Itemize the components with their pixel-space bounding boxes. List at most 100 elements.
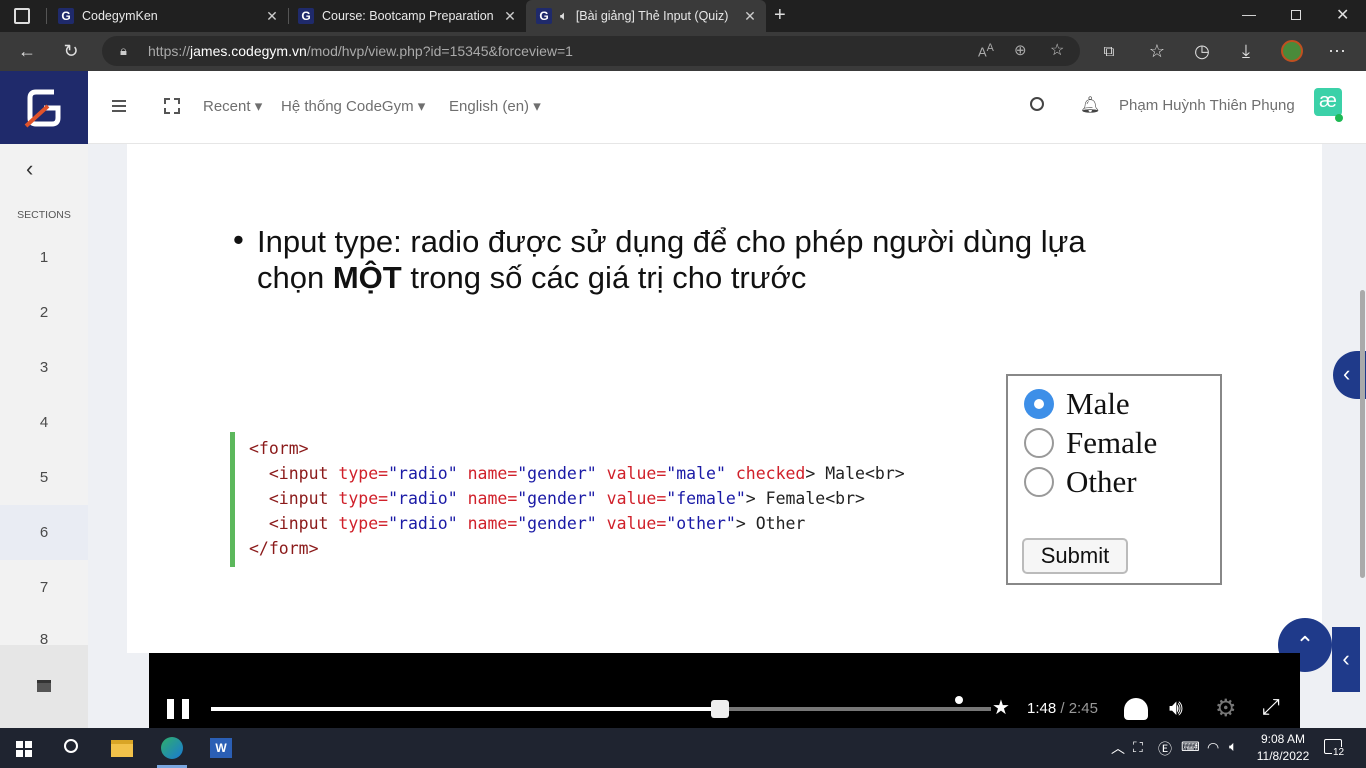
codegym-logo[interactable] xyxy=(0,71,88,144)
section-item[interactable]: 8 xyxy=(0,615,88,645)
submit-button[interactable]: Submit xyxy=(1022,538,1128,574)
favorites-icon[interactable]: ☆ xyxy=(1142,36,1172,66)
lecture-slide: • Input type: radio được sử dụng để cho … xyxy=(127,144,1322,653)
clock-time[interactable]: 9:08 AM xyxy=(1250,732,1316,746)
ime-tray-icon[interactable]: ⌨ xyxy=(1181,739,1200,755)
search-icon[interactable] xyxy=(1030,97,1044,111)
archive-icon[interactable] xyxy=(37,680,51,692)
seek-bar[interactable] xyxy=(211,707,991,711)
video-player: ★ 1:48 / 2:45 🔊︎ ⚙ ⤢ xyxy=(149,653,1300,728)
slide-bullet: • Input type: radio được sử dụng để cho … xyxy=(233,222,1233,296)
block-drawer-toggle[interactable]: ‹ xyxy=(1332,627,1360,692)
online-status-dot xyxy=(1335,114,1343,122)
user-name[interactable]: Phạm Huỳnh Thiên Phụng xyxy=(1119,97,1295,114)
back-icon[interactable]: ← xyxy=(12,36,42,66)
minimize-icon[interactable]: — xyxy=(1242,6,1256,22)
interaction-marker-dot[interactable] xyxy=(955,696,963,704)
restore-icon[interactable] xyxy=(1291,10,1301,20)
tab-course[interactable]: G Course: Bootcamp Preparation 2 ✕ xyxy=(288,0,526,32)
codegym-favicon-icon: G xyxy=(58,8,74,24)
fullscreen-expand-icon[interactable]: ⤢ xyxy=(1262,694,1280,720)
profile-avatar[interactable] xyxy=(1281,40,1303,62)
language-menu[interactable]: English (en) ▾ xyxy=(449,97,541,115)
zoom-icon[interactable]: ⊕ xyxy=(1014,41,1027,59)
site-header: Recent ▾ Hệ thống CodeGym ▾ English (en)… xyxy=(88,71,1366,144)
radio-option-male[interactable]: Male xyxy=(1024,386,1130,422)
seek-handle[interactable] xyxy=(710,700,729,718)
seek-bar-played xyxy=(211,707,720,711)
sidebar-footer xyxy=(0,645,88,728)
close-tab-icon[interactable]: ✕ xyxy=(264,8,280,24)
network-tray-icon[interactable]: ⛶ xyxy=(1133,739,1143,756)
browser-tab-bar: G CodegymKen ✕ G Course: Bootcamp Prepar… xyxy=(0,0,1366,32)
address-toolbar: ← ↻ 🔒︎ https://james.codegym.vn/mod/hvp/… xyxy=(0,32,1366,71)
settings-gear-icon[interactable]: ⚙ xyxy=(1215,694,1237,723)
section-item[interactable]: 1 xyxy=(0,230,88,285)
bullet-line-1: Input type: radio được sử dụng để cho ph… xyxy=(257,224,1086,259)
section-item[interactable]: 2 xyxy=(0,285,88,340)
user-avatar[interactable]: æ xyxy=(1314,88,1342,116)
more-icon[interactable]: ⋯ xyxy=(1322,36,1352,66)
edge-browser-icon[interactable] xyxy=(161,737,183,759)
menu-icon[interactable] xyxy=(112,100,126,112)
tab-lecture[interactable]: G 🔈︎ [Bài giảng] Thẻ Input (Quiz) ✕ xyxy=(526,0,766,32)
section-item[interactable]: 4 xyxy=(0,395,88,450)
code-line: <form> xyxy=(249,439,309,458)
read-aloud-icon[interactable]: AA xyxy=(978,42,994,59)
scrollbar[interactable] xyxy=(1360,290,1365,578)
notification-count-badge: 12 xyxy=(1332,747,1346,758)
sections-sidebar: ‹ SECTIONS 1 2 3 4 5 6 7 8 xyxy=(0,144,88,728)
code-line: <input type="radio" name="gender" value=… xyxy=(268,464,905,483)
section-item[interactable]: 5 xyxy=(0,450,88,505)
refresh-icon[interactable]: ↻ xyxy=(56,36,86,66)
favorite-add-icon[interactable]: ☆ xyxy=(1050,40,1064,60)
word-icon[interactable]: W xyxy=(210,738,232,758)
new-tab-icon[interactable]: + xyxy=(774,4,786,27)
speaker-icon[interactable]: 🔈︎ xyxy=(560,8,568,24)
bookmark-star-icon[interactable]: ★ xyxy=(992,695,1010,720)
radio-unchecked-icon[interactable] xyxy=(1024,467,1054,497)
time-display: 1:48 / 2:45 xyxy=(1027,700,1098,717)
file-explorer-icon[interactable] xyxy=(111,740,133,757)
taskbar-search-icon[interactable] xyxy=(64,739,78,753)
code-line: <input type="radio" name="gender" value=… xyxy=(268,489,865,508)
clock-date[interactable]: 11/8/2022 xyxy=(1250,749,1316,763)
code-line: <input type="radio" name="gender" value=… xyxy=(268,514,806,533)
codegym-favicon-icon: G xyxy=(536,8,552,24)
close-tab-icon[interactable]: ✕ xyxy=(742,8,758,24)
fullscreen-icon[interactable] xyxy=(164,98,180,114)
tab-codegymken[interactable]: G CodegymKen ✕ xyxy=(48,0,288,32)
pause-icon[interactable] xyxy=(167,699,189,719)
history-icon[interactable]: ◷ xyxy=(1187,36,1217,66)
extensions-icon[interactable]: ⧉ xyxy=(1094,36,1124,66)
radio-checked-icon[interactable] xyxy=(1024,389,1054,419)
playback-speed-icon[interactable] xyxy=(1124,698,1148,720)
volume-icon[interactable]: 🔊︎ xyxy=(1169,695,1183,721)
radio-unchecked-icon[interactable] xyxy=(1024,428,1054,458)
keyboard-tray-icon[interactable]: Ⓔ xyxy=(1158,739,1172,759)
codegym-favicon-icon: G xyxy=(298,8,314,24)
speaker-tray-icon[interactable]: 🔈︎ xyxy=(1229,738,1237,755)
section-item[interactable]: 7 xyxy=(0,560,88,615)
wifi-tray-icon[interactable]: ◠ xyxy=(1207,739,1219,756)
download-icon[interactable]: ⤓ xyxy=(1231,36,1261,66)
close-tab-icon[interactable]: ✕ xyxy=(502,8,518,24)
collapse-sidebar-icon[interactable]: ‹ xyxy=(26,156,33,182)
section-item[interactable]: 3 xyxy=(0,340,88,395)
section-item-active[interactable]: 6 xyxy=(0,505,88,560)
radio-option-female[interactable]: Female xyxy=(1024,425,1157,461)
radio-option-other[interactable]: Other xyxy=(1024,464,1137,500)
lock-icon: 🔒︎ xyxy=(120,43,127,58)
code-line: </form> xyxy=(249,539,319,558)
tray-chevron-icon[interactable]: ︿ xyxy=(1111,738,1125,758)
radio-demo-box: Male Female Other Submit xyxy=(1006,374,1222,585)
url-input[interactable]: 🔒︎ https://james.codegym.vn/mod/hvp/view… xyxy=(102,36,1080,66)
windows-start-icon[interactable] xyxy=(16,741,32,757)
bullet-line-2: chọn MỘT trong số các giá trị cho trước xyxy=(257,260,807,295)
notification-bell-icon[interactable]: 🔔︎ xyxy=(1080,95,1100,115)
system-menu[interactable]: Hệ thống CodeGym ▾ xyxy=(281,97,425,115)
recent-menu[interactable]: Recent ▾ xyxy=(203,97,262,115)
tab-actions-icon[interactable] xyxy=(14,8,30,24)
sections-heading: SECTIONS xyxy=(17,209,71,221)
close-window-icon[interactable]: ✕ xyxy=(1336,5,1349,25)
